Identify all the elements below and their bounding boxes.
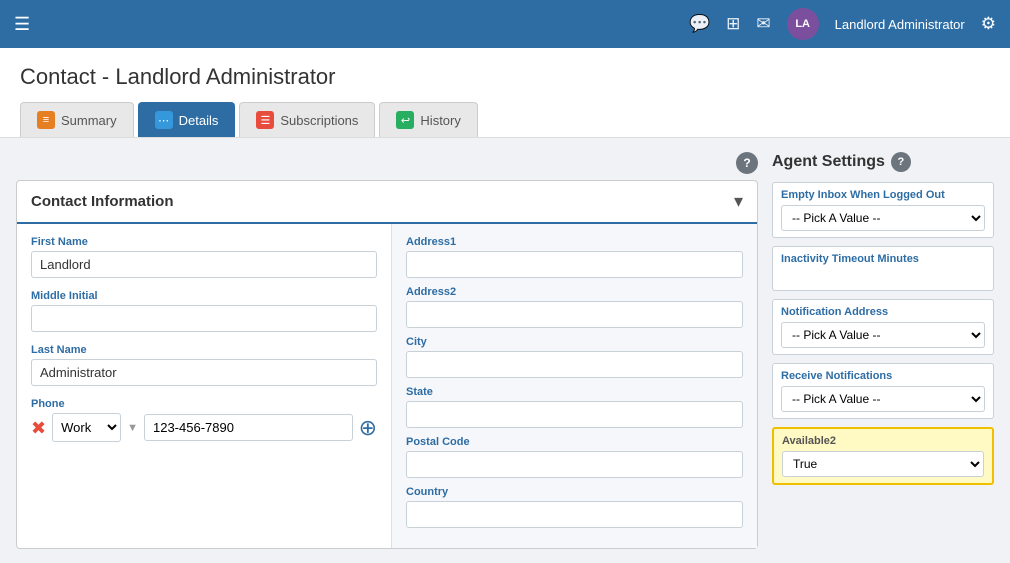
empty-inbox-select[interactable]: -- Pick A Value -- Yes No xyxy=(781,205,985,231)
address1-field: Address1 xyxy=(406,236,743,278)
collapse-button[interactable]: ▾ xyxy=(734,191,743,212)
phone-field: Phone ✖ Work Home Mobile ▼ ⊕ xyxy=(31,398,377,442)
empty-inbox-label: Empty Inbox When Logged Out xyxy=(781,189,985,201)
country-input[interactable] xyxy=(406,501,743,528)
middle-initial-field: Middle Initial xyxy=(31,290,377,332)
city-input[interactable] xyxy=(406,351,743,378)
notification-address-field: Notification Address -- Pick A Value -- … xyxy=(772,299,994,355)
address2-input[interactable] xyxy=(406,301,743,328)
empty-inbox-field: Empty Inbox When Logged Out -- Pick A Va… xyxy=(772,182,994,238)
agent-settings-title: Agent Settings xyxy=(772,153,885,171)
history-tab-icon: ↩ xyxy=(396,111,414,129)
settings-icon[interactable]: ⚙ xyxy=(981,14,996,34)
main-content: ? Contact Information ▾ First Name Middl… xyxy=(0,138,1010,563)
city-field: City xyxy=(406,336,743,378)
details-tab-icon: ⋯ xyxy=(155,111,173,129)
notification-address-label: Notification Address xyxy=(781,306,985,318)
address2-label: Address2 xyxy=(406,286,743,298)
phone-number-input[interactable] xyxy=(144,414,353,441)
postal-code-input[interactable] xyxy=(406,451,743,478)
phone-row: ✖ Work Home Mobile ▼ ⊕ xyxy=(31,413,377,442)
notification-address-select[interactable]: -- Pick A Value -- Email SMS xyxy=(781,322,985,348)
inactivity-timeout-label: Inactivity Timeout Minutes xyxy=(781,253,985,265)
left-panel: ? Contact Information ▾ First Name Middl… xyxy=(16,152,758,549)
contact-section: Contact Information ▾ First Name Middle … xyxy=(16,180,758,549)
inactivity-timeout-field: Inactivity Timeout Minutes xyxy=(772,246,994,291)
tab-history[interactable]: ↩ History xyxy=(379,102,477,137)
form-grid: First Name Middle Initial Last Name Phon… xyxy=(17,224,757,548)
agent-settings-header: Agent Settings ? xyxy=(772,152,994,172)
middle-initial-label: Middle Initial xyxy=(31,290,377,302)
phone-label: Phone xyxy=(31,398,377,410)
state-label: State xyxy=(406,386,743,398)
postal-code-field: Postal Code xyxy=(406,436,743,478)
form-right-col: Address1 Address2 City State xyxy=(392,224,757,548)
city-label: City xyxy=(406,336,743,348)
subscriptions-tab-icon: ☰ xyxy=(256,111,274,129)
contact-section-title: Contact Information xyxy=(31,193,174,210)
receive-notifications-label: Receive Notifications xyxy=(781,370,985,382)
middle-initial-input[interactable] xyxy=(31,305,377,332)
last-name-label: Last Name xyxy=(31,344,377,356)
tab-details[interactable]: ⋯ Details xyxy=(138,102,236,137)
available2-select[interactable]: True False xyxy=(782,451,984,477)
state-input[interactable] xyxy=(406,401,743,428)
top-nav: ☰ 💬 ⊞ ✉ LA Landlord Administrator ⚙ xyxy=(0,0,1010,48)
summary-tab-icon: ≡ xyxy=(37,111,55,129)
inactivity-timeout-input[interactable] xyxy=(781,270,985,284)
first-name-input[interactable] xyxy=(31,251,377,278)
first-name-field: First Name xyxy=(31,236,377,278)
user-name: Landlord Administrator xyxy=(835,17,965,32)
country-field: Country xyxy=(406,486,743,528)
tab-subscriptions[interactable]: ☰ Subscriptions xyxy=(239,102,375,137)
available2-field: Available2 True False xyxy=(772,427,994,485)
address1-input[interactable] xyxy=(406,251,743,278)
tab-details-label: Details xyxy=(179,113,219,128)
postal-code-label: Postal Code xyxy=(406,436,743,448)
address2-field: Address2 xyxy=(406,286,743,328)
available2-label: Available2 xyxy=(782,435,984,447)
country-label: Country xyxy=(406,486,743,498)
address1-label: Address1 xyxy=(406,236,743,248)
first-name-label: First Name xyxy=(31,236,377,248)
tab-history-label: History xyxy=(420,113,460,128)
form-left-col: First Name Middle Initial Last Name Phon… xyxy=(17,224,392,548)
tab-bar: ≡ Summary ⋯ Details ☰ Subscriptions ↩ Hi… xyxy=(20,102,990,137)
chat-icon[interactable]: 💬 xyxy=(689,14,710,34)
avatar: LA xyxy=(787,8,819,40)
phone-type-select[interactable]: Work Home Mobile xyxy=(52,413,121,442)
tab-subscriptions-label: Subscriptions xyxy=(280,113,358,128)
last-name-field: Last Name xyxy=(31,344,377,386)
help-icon[interactable]: ? xyxy=(736,152,758,174)
agent-settings-panel: Agent Settings ? Empty Inbox When Logged… xyxy=(772,152,994,549)
tab-summary[interactable]: ≡ Summary xyxy=(20,102,134,137)
receive-notifications-select[interactable]: -- Pick A Value -- Yes No xyxy=(781,386,985,412)
agent-help-icon[interactable]: ? xyxy=(891,152,911,172)
tab-summary-label: Summary xyxy=(61,113,117,128)
page-header: Contact - Landlord Administrator ≡ Summa… xyxy=(0,48,1010,138)
page-title: Contact - Landlord Administrator xyxy=(20,64,990,90)
connect-icon[interactable]: ⊞ xyxy=(726,14,740,34)
add-phone-button[interactable]: ⊕ xyxy=(359,417,377,439)
hamburger-menu[interactable]: ☰ xyxy=(14,14,30,35)
remove-phone-button[interactable]: ✖ xyxy=(31,419,46,437)
last-name-input[interactable] xyxy=(31,359,377,386)
contact-section-header: Contact Information ▾ xyxy=(17,181,757,224)
receive-notifications-field: Receive Notifications -- Pick A Value --… xyxy=(772,363,994,419)
email-icon[interactable]: ✉ xyxy=(756,14,770,34)
state-field: State xyxy=(406,386,743,428)
